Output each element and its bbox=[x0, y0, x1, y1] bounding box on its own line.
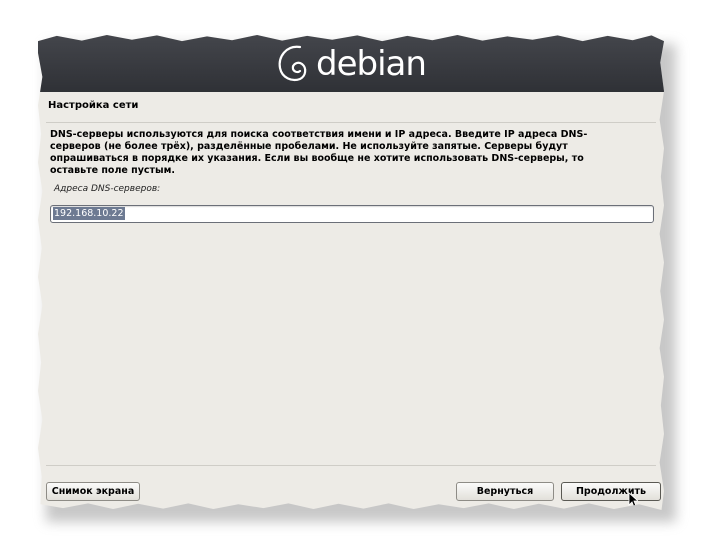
installer-window: debian Настройка сети DNS-серверы исполь… bbox=[38, 34, 664, 510]
dns-servers-input[interactable]: 192.168.10.22 bbox=[50, 205, 654, 223]
continue-button[interactable]: Продолжить bbox=[561, 482, 661, 501]
debian-logo: debian bbox=[274, 38, 427, 88]
screenshot-button[interactable]: Снимок экрана bbox=[46, 482, 140, 501]
logo-text: debian bbox=[316, 44, 427, 84]
header-banner: debian bbox=[38, 34, 664, 92]
debian-swirl-icon bbox=[278, 45, 307, 82]
dns-field-label: Адреса DNS-серверов: bbox=[54, 184, 161, 194]
section-title: Настройка сети bbox=[48, 100, 139, 111]
back-button[interactable]: Вернуться bbox=[456, 482, 554, 501]
dns-servers-value: 192.168.10.22 bbox=[53, 207, 125, 220]
description-text: DNS-серверы используются для поиска соот… bbox=[50, 129, 588, 176]
